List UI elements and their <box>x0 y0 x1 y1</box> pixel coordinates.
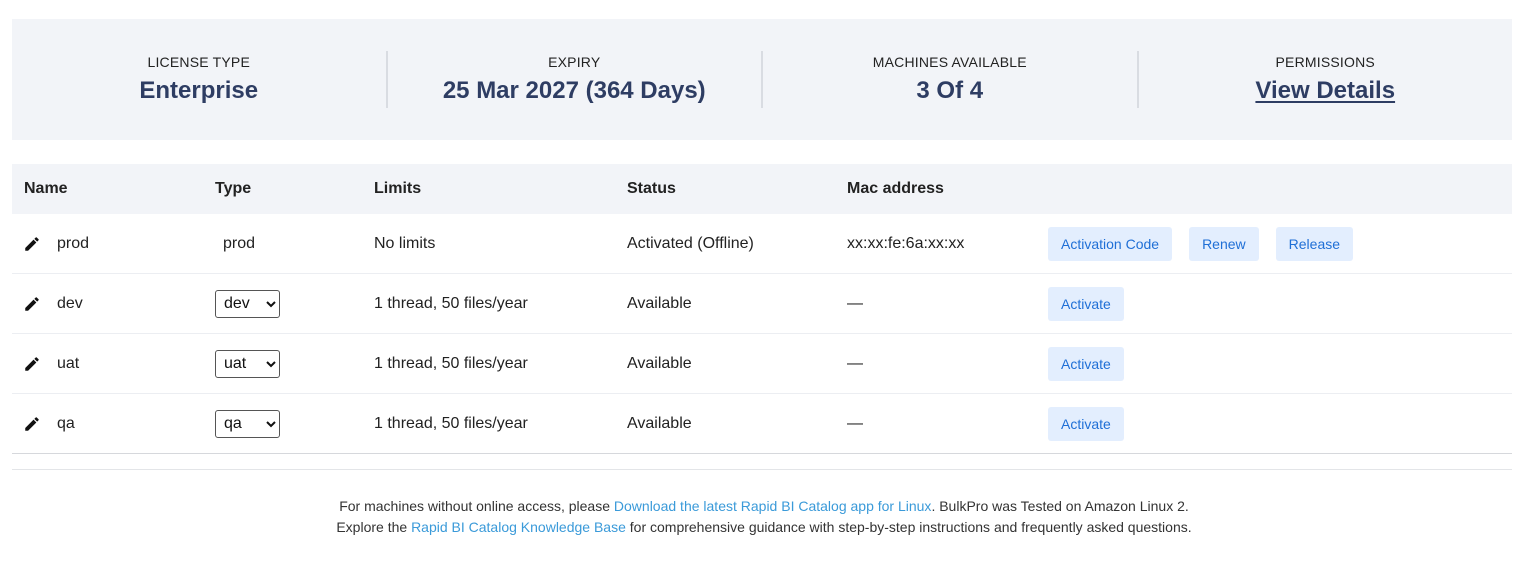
expiry-value: 25 Mar 2027 (364 Days) <box>442 77 706 104</box>
pencil-icon[interactable] <box>23 235 41 253</box>
name-cell: prod <box>12 235 215 253</box>
knowledge-base-link[interactable]: Rapid BI Catalog Knowledge Base <box>411 519 626 535</box>
expiry-cell: EXPIRY 25 Mar 2027 (364 Days) <box>385 51 762 108</box>
activate-button[interactable]: Activate <box>1048 346 1124 381</box>
header-status: Status <box>627 180 676 197</box>
machines-available-value: 3 Of 4 <box>916 77 984 104</box>
row-actions: Activate <box>1048 346 1512 381</box>
renew-button[interactable]: Renew <box>1189 226 1259 261</box>
machine-mac-address: — <box>847 294 863 312</box>
footer-divider <box>12 469 1512 470</box>
view-details-link[interactable]: View Details <box>1255 77 1395 105</box>
activation-code-button[interactable]: Activation Code <box>1048 226 1173 261</box>
machine-mac-address: — <box>847 414 863 432</box>
footer-line-1: For machines without online access, plea… <box>0 496 1528 517</box>
license-type-cell: LICENSE TYPE Enterprise <box>12 51 386 108</box>
machine-name: qa <box>57 414 75 432</box>
footer-line-2-prefix: Explore the <box>336 519 412 535</box>
pencil-icon[interactable] <box>23 295 41 313</box>
permissions-label: PERMISSIONS <box>1275 54 1375 70</box>
row-actions: Activate <box>1048 406 1512 441</box>
machine-name: dev <box>57 294 83 312</box>
activate-button[interactable]: Activate <box>1048 406 1124 441</box>
table-row: qa qa 1 thread, 50 files/year Available … <box>12 394 1512 454</box>
license-summary-panel: LICENSE TYPE Enterprise EXPIRY 25 Mar 20… <box>12 19 1512 140</box>
name-cell: qa <box>12 415 215 433</box>
machine-type: prod <box>223 234 256 252</box>
type-select[interactable]: dev <box>215 289 280 318</box>
pencil-icon[interactable] <box>23 355 41 373</box>
machine-name: uat <box>57 354 80 372</box>
type-select[interactable]: qa <box>215 409 280 438</box>
header-type: Type <box>215 180 252 197</box>
machine-mac-address: — <box>847 354 863 372</box>
machine-limits: 1 thread, 50 files/year <box>374 354 528 372</box>
license-type-label: LICENSE TYPE <box>147 54 250 70</box>
machine-name: prod <box>57 234 90 252</box>
table-row: prod prod No limits Activated (Offline) … <box>12 214 1512 274</box>
machine-status: Available <box>627 294 692 312</box>
header-name: Name <box>24 180 68 197</box>
footer-line-2: Explore the Rapid BI Catalog Knowledge B… <box>0 517 1528 538</box>
footer-line-2-suffix: for comprehensive guidance with step-by-… <box>625 519 1192 535</box>
table-header: Name Type Limits Status Mac address <box>12 164 1512 214</box>
row-actions: Activate <box>1048 286 1512 321</box>
row-actions: Activation Code Renew Release <box>1048 226 1512 261</box>
header-mac-address: Mac address <box>847 180 944 197</box>
machines-available-cell: MACHINES AVAILABLE 3 Of 4 <box>761 51 1137 108</box>
footer-info: For machines without online access, plea… <box>0 496 1528 538</box>
machines-available-label: MACHINES AVAILABLE <box>872 54 1027 70</box>
machine-mac-address: xx:xx:fe:6a:xx:xx <box>847 234 965 252</box>
name-cell: dev <box>12 295 215 313</box>
download-linux-app-link[interactable]: Download the latest Rapid BI Catalog app… <box>614 498 932 514</box>
table-row: dev dev 1 thread, 50 files/year Availabl… <box>12 274 1512 334</box>
license-type-value: Enterprise <box>139 77 259 104</box>
activate-button[interactable]: Activate <box>1048 286 1124 321</box>
name-cell: uat <box>12 355 215 373</box>
expiry-label: EXPIRY <box>548 54 601 70</box>
pencil-icon[interactable] <box>23 415 41 433</box>
footer-line-1-prefix: For machines without online access, plea… <box>339 498 614 514</box>
machine-limits: 1 thread, 50 files/year <box>374 294 528 312</box>
machine-status: Available <box>627 354 692 372</box>
machine-limits: No limits <box>374 234 436 252</box>
permissions-cell: PERMISSIONS View Details <box>1136 51 1513 108</box>
type-select[interactable]: uat <box>215 349 280 378</box>
table-row: uat uat 1 thread, 50 files/year Availabl… <box>12 334 1512 394</box>
header-limits: Limits <box>374 180 422 197</box>
machine-status: Activated (Offline) <box>627 234 754 252</box>
machines-table: Name Type Limits Status Mac address prod… <box>12 164 1512 454</box>
release-button[interactable]: Release <box>1275 226 1354 261</box>
footer-line-1-suffix: . BulkPro was Tested on Amazon Linux 2. <box>931 498 1189 514</box>
machine-status: Available <box>627 414 692 432</box>
machine-limits: 1 thread, 50 files/year <box>374 414 528 432</box>
